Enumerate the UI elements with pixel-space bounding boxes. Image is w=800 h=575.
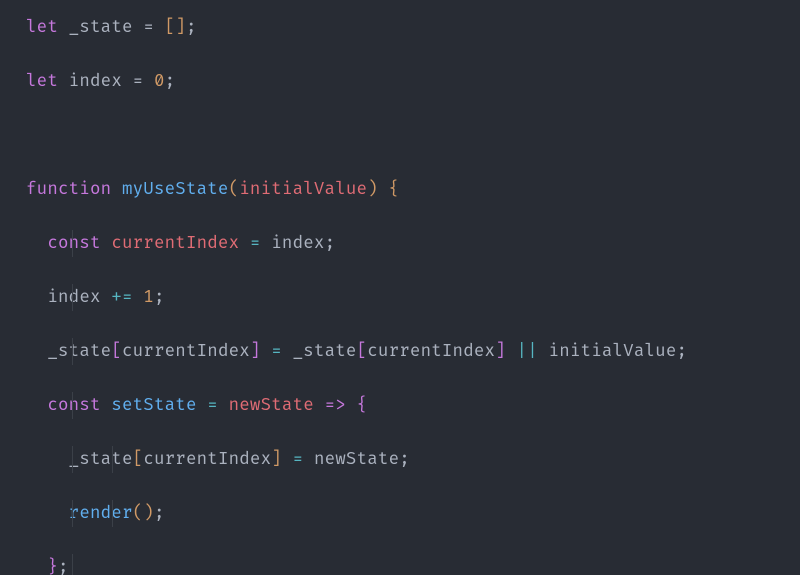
code-line: [26, 122, 800, 149]
code-line: render();: [26, 500, 800, 527]
code-editor[interactable]: let _state = []; let index = 0; function…: [0, 0, 800, 575]
keyword-function: function: [26, 179, 111, 200]
keyword-let: let: [26, 17, 58, 38]
code-line: _state[currentIndex] = newState;: [26, 446, 800, 473]
code-line: };: [26, 554, 800, 575]
code-line: function myUseState(initialValue) {: [26, 176, 800, 203]
code-line: let index = 0;: [26, 68, 800, 95]
identifier: _state: [69, 17, 133, 38]
function-name: myUseState: [122, 179, 229, 200]
code-line: const setState = newState => {: [26, 392, 800, 419]
code-line: let _state = [];: [26, 14, 800, 41]
code-line: index += 1;: [26, 284, 800, 311]
code-line: const currentIndex = index;: [26, 230, 800, 257]
code-line: _state[currentIndex] = _state[currentInd…: [26, 338, 800, 365]
